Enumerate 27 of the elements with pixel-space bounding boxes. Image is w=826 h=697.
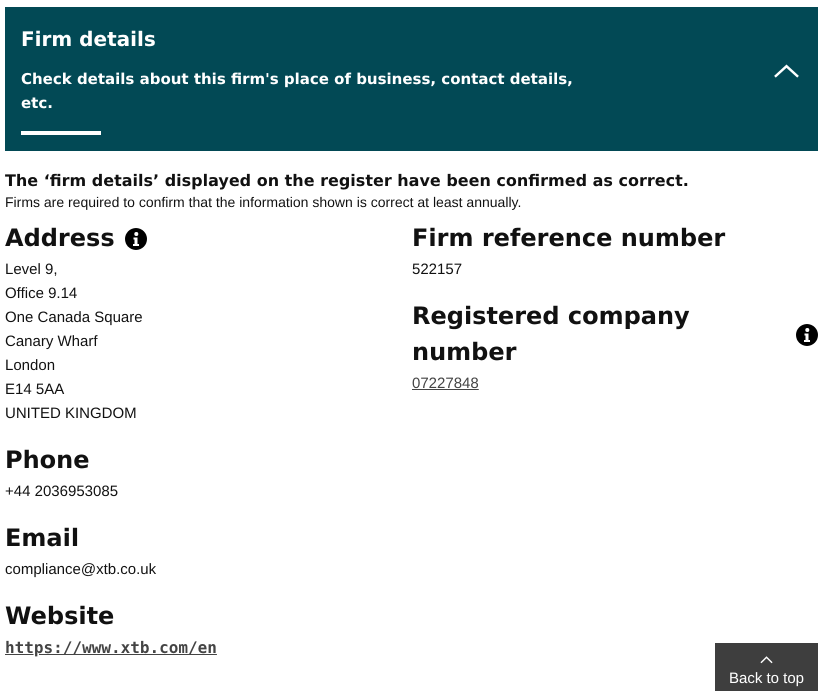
section-heading: Phone <box>5 445 90 476</box>
section-heading: Registered company number <box>412 301 691 368</box>
section-heading: Address <box>5 223 115 254</box>
confirmation-note: Firms are required to confirm that the information shown is correct at least annually. <box>5 194 522 210</box>
panel-description: Check details about this firm's place of business, contact details, etc. <box>21 69 574 114</box>
detail-text: +44 2036953085 <box>5 482 118 502</box>
caret-up-icon <box>760 656 773 664</box>
collapse-chevron-icon[interactable] <box>773 63 800 79</box>
info-icon[interactable] <box>796 324 818 346</box>
company-number-link[interactable]: 07227848 <box>412 372 479 396</box>
confirmation-heading: The ‘firm details’ displayed on the register have been confirmed as correct. <box>5 171 690 190</box>
detail-text: E14 5AA <box>5 380 64 400</box>
detail-text: Canary Wharf <box>5 332 98 352</box>
back-to-top-button[interactable]: Back to top <box>715 643 818 691</box>
section-heading: Firm reference number <box>412 223 726 254</box>
info-icon[interactable] <box>124 228 147 250</box>
detail-text: One Canada Square <box>5 308 143 328</box>
detail-text: Level 9, <box>5 260 58 280</box>
panel-title: Firm details <box>21 27 157 51</box>
detail-text: London <box>5 356 56 376</box>
detail-text: 522157 <box>412 260 462 280</box>
section-heading: Email <box>5 523 80 554</box>
detail-text: UNITED KINGDOM <box>5 404 137 424</box>
detail-text: compliance@xtb.co.uk <box>5 560 156 580</box>
detail-text: Office 9.14 <box>5 284 78 304</box>
section-heading: Website <box>5 601 114 632</box>
website-link[interactable]: https://www.xtb.com/en <box>5 636 217 660</box>
